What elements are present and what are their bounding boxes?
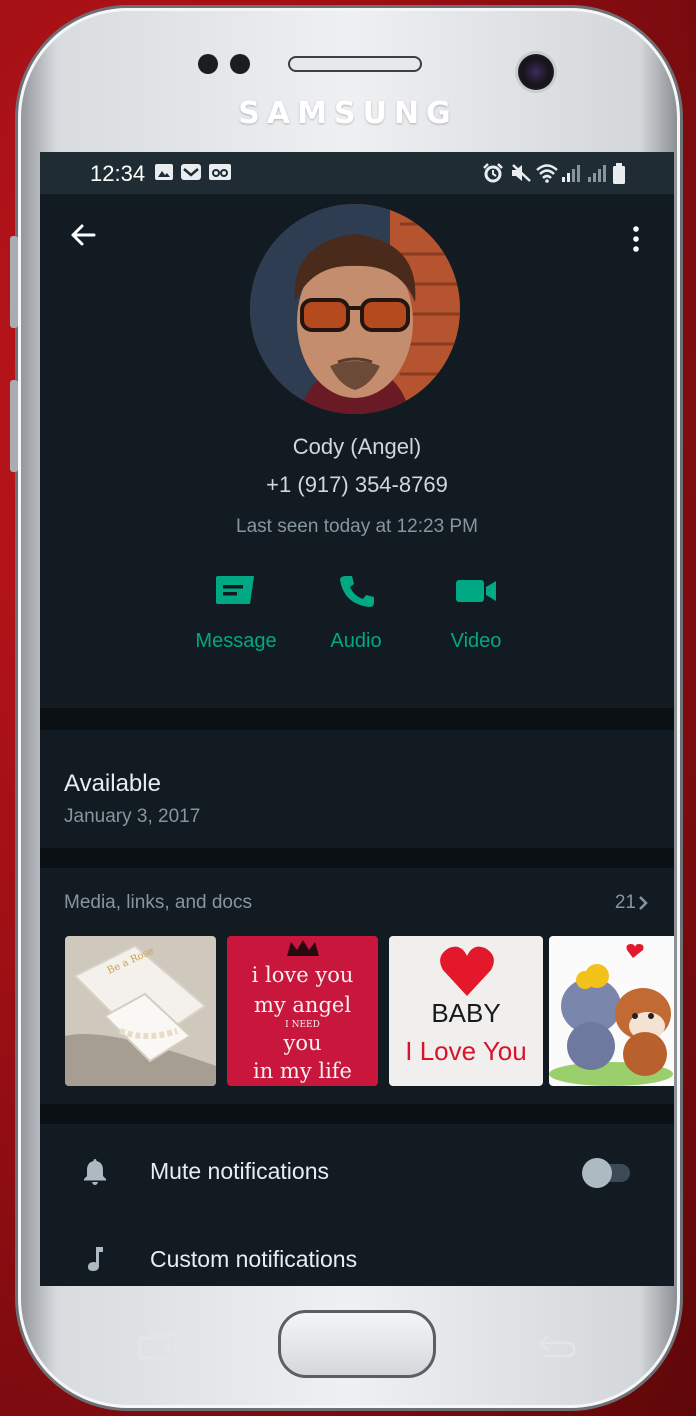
mute-notifications-label: Mute notifications (150, 1158, 329, 1184)
earpiece-speaker (288, 56, 422, 72)
bell-icon (84, 1159, 106, 1185)
screen: 12:34 Cody (Angel) +1 (917) 354-8769 Las… (40, 152, 674, 1286)
mute-notifications-row[interactable]: Mute notifications (40, 1136, 674, 1206)
volume-up-button (10, 236, 18, 328)
chevron-right-icon[interactable] (636, 894, 650, 912)
music-note-icon (88, 1247, 103, 1271)
wifi-icon (536, 164, 558, 183)
about-status: Available (64, 770, 161, 797)
audio-call-button[interactable]: Audio (296, 574, 416, 653)
media-card-line: BABY (431, 998, 501, 1028)
volume-down-button (10, 380, 18, 472)
about-date: January 3, 2017 (64, 806, 201, 827)
section-divider (40, 848, 674, 868)
home-button[interactable] (278, 1310, 436, 1378)
media-card-line: i love you (251, 963, 354, 987)
avatar[interactable] (250, 204, 460, 414)
media-thumbnail[interactable]: BABY I Love You (389, 936, 543, 1086)
media-title[interactable]: Media, links, and docs (64, 892, 252, 914)
more-options-icon[interactable] (626, 224, 646, 254)
brand-logo: SAMSUNG (238, 96, 458, 131)
back-arrow-icon[interactable] (66, 218, 100, 252)
sensor-dot (198, 54, 218, 74)
message-button[interactable]: Message (176, 574, 296, 653)
battery-icon (613, 163, 625, 184)
mute-icon (512, 164, 531, 182)
section-divider (40, 708, 674, 730)
section-divider (40, 1104, 674, 1124)
profile-header: Cody (Angel) +1 (917) 354-8769 Last seen… (40, 194, 674, 708)
signal-icon (588, 165, 606, 182)
media-thumbnail[interactable]: Be a Rose (65, 936, 216, 1086)
front-camera (518, 54, 554, 90)
media-thumbnail[interactable] (549, 936, 674, 1086)
media-count[interactable]: 21 (615, 892, 636, 914)
audio-label: Audio (330, 630, 382, 652)
image-icon (155, 164, 173, 180)
media-thumbnail[interactable]: i love you my angel I NEED you in my lif… (227, 936, 378, 1086)
message-label: Message (195, 630, 277, 652)
crown-icon (287, 940, 319, 956)
mail-icon (181, 164, 201, 180)
custom-notifications-row[interactable]: Custom notifications (40, 1224, 674, 1286)
heart-icon (440, 946, 494, 996)
mute-toggle-thumb[interactable] (582, 1158, 612, 1188)
alarm-icon (483, 163, 503, 183)
status-bar: 12:34 (40, 152, 674, 194)
video-label: Video (450, 630, 502, 652)
media-card-line: you (283, 1031, 322, 1055)
back-key[interactable] (534, 1330, 578, 1362)
recent-apps-key[interactable] (136, 1330, 180, 1362)
media-card-line: my angel (253, 993, 352, 1017)
about-section[interactable]: Available January 3, 2017 (40, 730, 674, 848)
contact-phone: +1 (917) 354-8769 (266, 472, 448, 497)
media-card-line: I NEED (285, 1020, 320, 1030)
message-icon (216, 576, 254, 604)
voicemail-icon (209, 164, 231, 180)
media-card-line: in my life (252, 1059, 352, 1083)
last-seen-status: Last seen today at 12:23 PM (236, 516, 478, 537)
custom-notifications-label: Custom notifications (150, 1246, 358, 1272)
media-section: Media, links, and docs 21 Be a Rose i lo… (40, 868, 674, 1104)
video-call-button[interactable]: Video (416, 574, 536, 653)
phone-icon (340, 576, 374, 607)
settings-section: Mute notifications Custom notifications (40, 1124, 674, 1286)
status-time: 12:34 (90, 161, 146, 186)
contact-name: Cody (Angel) (292, 434, 422, 459)
signal-icon (562, 165, 580, 182)
media-card-line: I Love You (405, 1036, 527, 1066)
sensor-dot (230, 54, 250, 74)
video-icon (456, 580, 496, 602)
